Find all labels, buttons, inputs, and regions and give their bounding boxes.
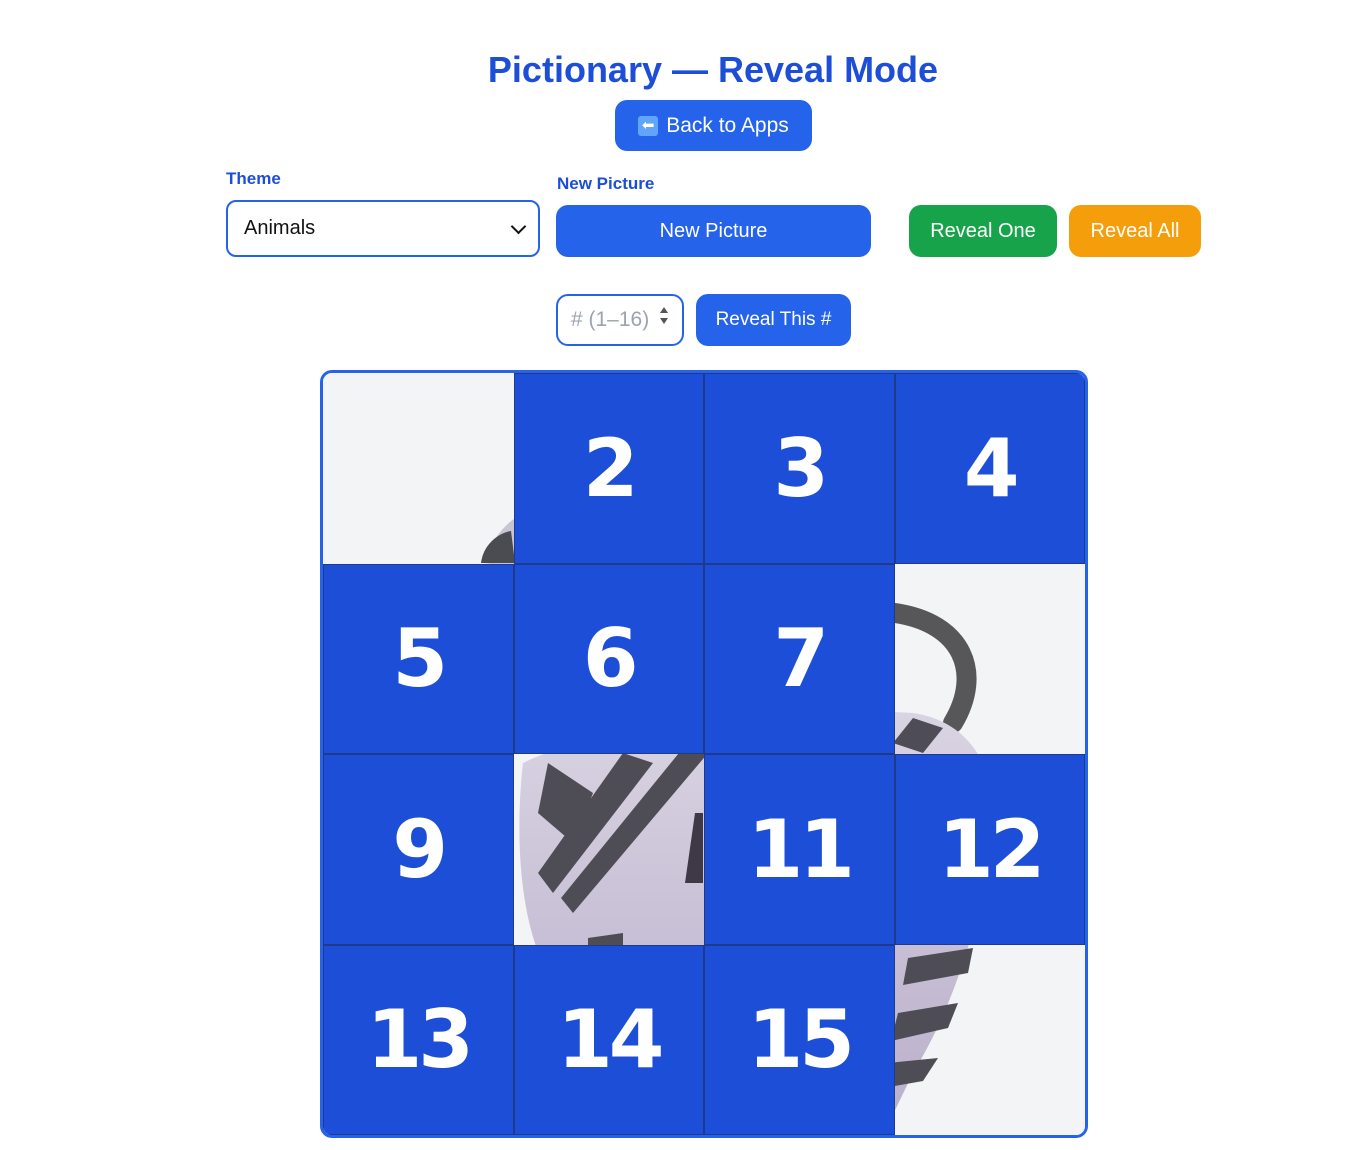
tile-12[interactable]: 12 [894,754,1085,945]
tile-9[interactable]: 9 [323,754,514,945]
tile-6[interactable]: 6 [513,563,704,754]
tile-7[interactable]: 7 [704,563,895,754]
new-picture-button[interactable]: New Picture [556,205,871,257]
tile-8 [895,564,1086,755]
tile-11[interactable]: 11 [704,754,895,945]
tile-3[interactable]: 3 [704,373,895,564]
new-picture-label: New Picture [557,174,655,193]
puzzle-board: 2 3 4 5 6 7 9 11 12 13 14 15 [320,370,1088,1138]
page-title: Pictionary — Reveal Mode [487,49,939,90]
tile-number-input[interactable]: # (1–16) [556,294,684,346]
theme-select[interactable]: Animals [226,200,540,257]
theme-label: Theme [226,169,281,188]
stepper-up-icon[interactable] [660,307,668,313]
tile-grid: 2 3 4 5 6 7 9 11 12 13 14 15 [323,373,1085,1135]
tile-13[interactable]: 13 [323,944,514,1135]
tile-14[interactable]: 14 [513,944,704,1135]
back-to-apps-button[interactable]: ⬅ Back to Apps [615,100,812,151]
reveal-all-button[interactable]: Reveal All [1069,205,1201,257]
tile-5[interactable]: 5 [323,563,514,754]
reveal-one-button[interactable]: Reveal One [909,205,1057,257]
number-stepper[interactable] [660,307,668,324]
theme-select-value: Animals [244,217,316,239]
tile-1 [323,373,514,564]
tile-10 [514,754,705,945]
left-arrow-icon: ⬅ [638,115,659,136]
tile-number-placeholder: # (1–16) [571,308,650,331]
tile-2[interactable]: 2 [513,373,704,564]
stepper-down-icon[interactable] [660,318,668,324]
tile-16 [895,945,1086,1136]
tile-4[interactable]: 4 [894,373,1085,564]
chevron-down-icon [510,218,527,234]
back-button-label: Back to Apps [666,113,789,137]
tile-15[interactable]: 15 [704,944,895,1135]
reveal-this-button[interactable]: Reveal This # [696,294,851,346]
